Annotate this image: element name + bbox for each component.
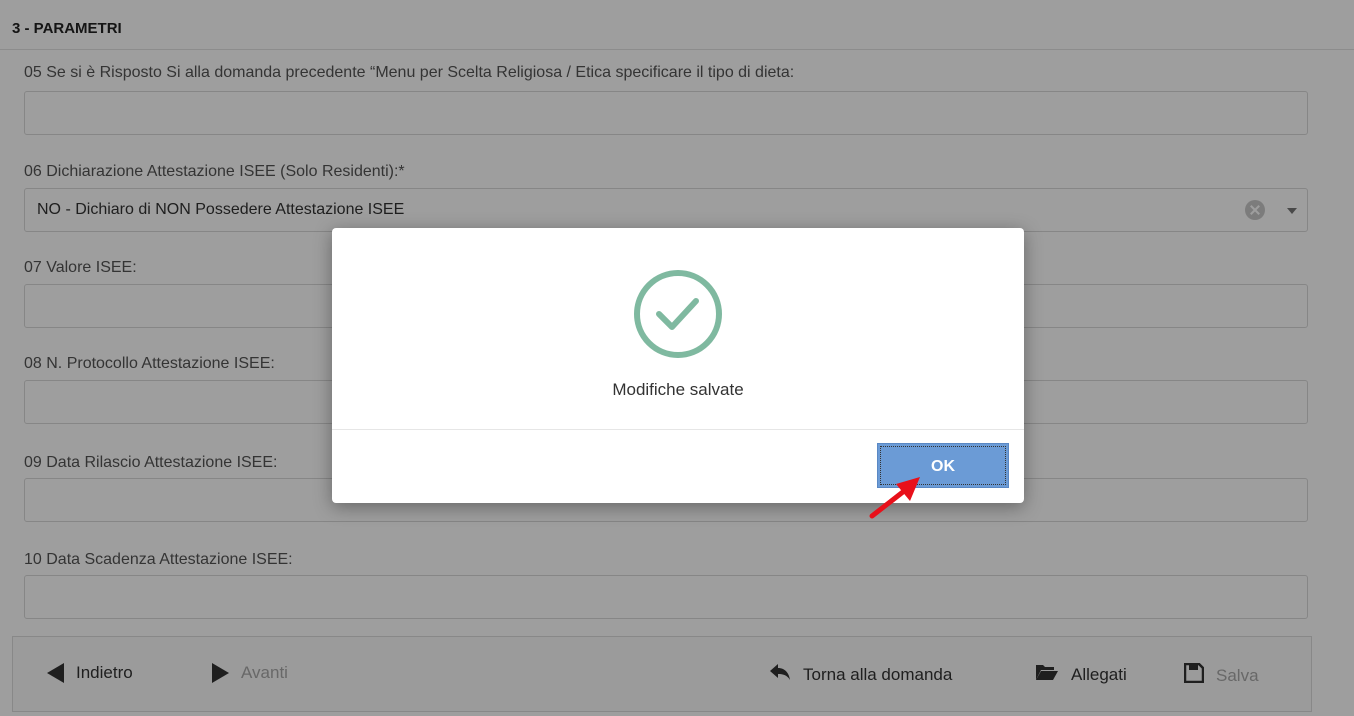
annotation-arrow-icon [869,477,920,519]
check-circle-icon [634,270,722,358]
dialog-message: Modifiche salvate [612,380,744,399]
success-dialog: Modifiche salvate OK [332,228,1024,503]
dialog-divider [332,429,1024,430]
